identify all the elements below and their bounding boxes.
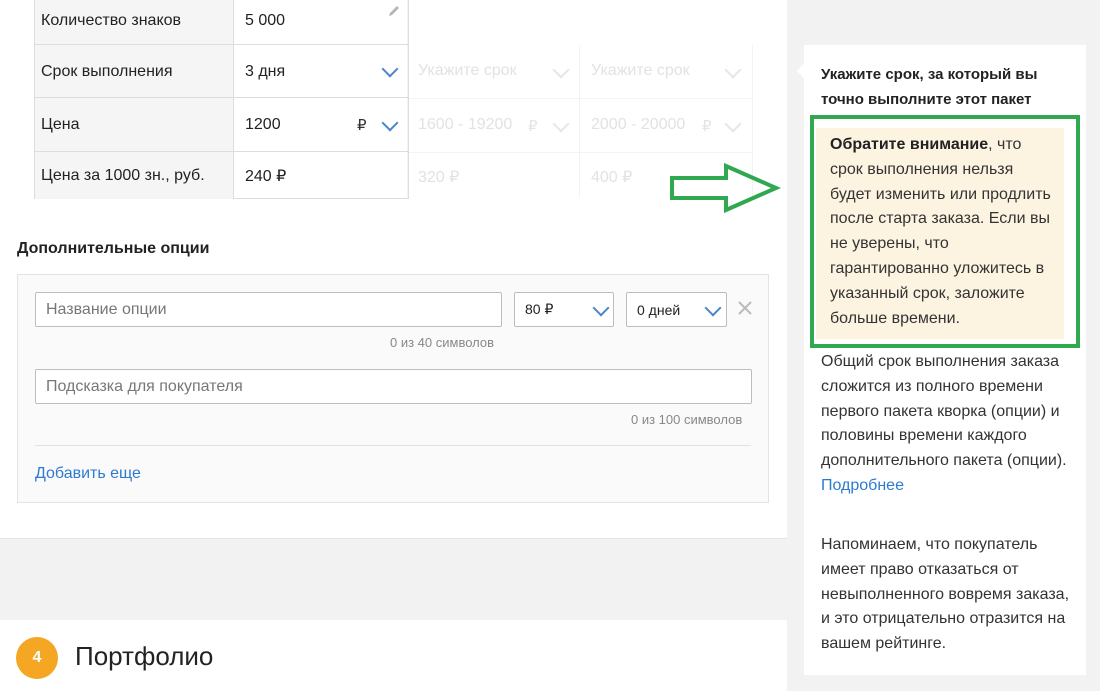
option-days-value: 0 дней — [637, 301, 681, 318]
paragraph-text: Общий срок выполнения заказа сложится из… — [821, 353, 1067, 470]
row-label: Срок выполнения — [35, 45, 234, 98]
package2-price-input[interactable]: 1600 - 19200 — [418, 116, 512, 134]
package2-term-select[interactable]: Укажите срок — [418, 62, 517, 80]
package3-price-input[interactable]: 2000 - 20000 — [591, 116, 685, 134]
package3-term-select[interactable]: Укажите срок — [591, 62, 690, 80]
price-per-1000-value: 240 ₽ — [245, 167, 287, 185]
faint-divider — [407, 152, 752, 153]
row-label: Цена — [35, 98, 234, 152]
add-more-link[interactable]: Добавить еще — [35, 465, 141, 483]
currency-symbol: ₽ — [357, 117, 367, 134]
option-name-counter: 0 из 40 символов — [390, 335, 495, 350]
row-term: Срок выполнения 3 дня — [35, 44, 408, 98]
option-days-select[interactable]: 0 дней — [626, 292, 727, 327]
row-chars: Количество знаков 5 000 — [35, 0, 408, 44]
row-label: Количество знаков — [35, 0, 234, 44]
tooltip-heading: Укажите срок, за который вы точно выполн… — [821, 66, 1038, 108]
arrow-right-icon — [670, 162, 781, 214]
tooltip-paragraph: Напоминаем, что покупатель имеет право о… — [821, 536, 1070, 653]
term-select[interactable]: 3 дня — [235, 45, 408, 98]
row-price-per-1000: Цена за 1000 зн., руб. 240 ₽ — [35, 151, 408, 199]
price-input[interactable]: 1200 — [235, 98, 408, 152]
faint-divider — [407, 98, 752, 99]
more-link[interactable]: Подробнее — [821, 477, 904, 494]
option-hint-counter: 0 из 100 символов — [631, 412, 743, 427]
package3-per-1000: 400 ₽ — [591, 169, 633, 186]
highlight-frame — [810, 115, 1080, 348]
close-icon[interactable] — [738, 301, 752, 315]
tooltip-paragraph: Общий срок выполнения заказа сложится из… — [821, 350, 1071, 499]
chevron-down-icon — [592, 299, 610, 317]
option-price-value: 80 ₽ — [525, 301, 554, 317]
portfolio-title: Портфолио — [75, 641, 214, 671]
option-price-select[interactable]: 80 ₽ — [514, 292, 614, 327]
row-price: Цена 1200 ₽ — [35, 97, 408, 152]
faint-divider — [579, 45, 580, 198]
package2-per-1000: 320 ₽ — [418, 169, 460, 186]
options-title: Дополнительные опции — [17, 240, 210, 257]
option-hint-input[interactable]: Подсказка для покупателя — [35, 369, 752, 404]
pencil-icon[interactable] — [387, 4, 401, 18]
row-label: Цена за 1000 зн., руб. — [35, 152, 234, 199]
chars-input[interactable]: 5 000 — [235, 0, 408, 44]
chevron-down-icon — [704, 299, 722, 317]
options-divider — [35, 445, 751, 446]
package3-currency: ₽ — [702, 118, 712, 135]
option-name-input[interactable]: Название опции — [35, 292, 502, 327]
step-badge: 4 — [16, 637, 58, 679]
package2-currency: ₽ — [528, 118, 538, 135]
package-table: Количество знаков 5 000 Срок выполнения … — [34, 0, 409, 199]
